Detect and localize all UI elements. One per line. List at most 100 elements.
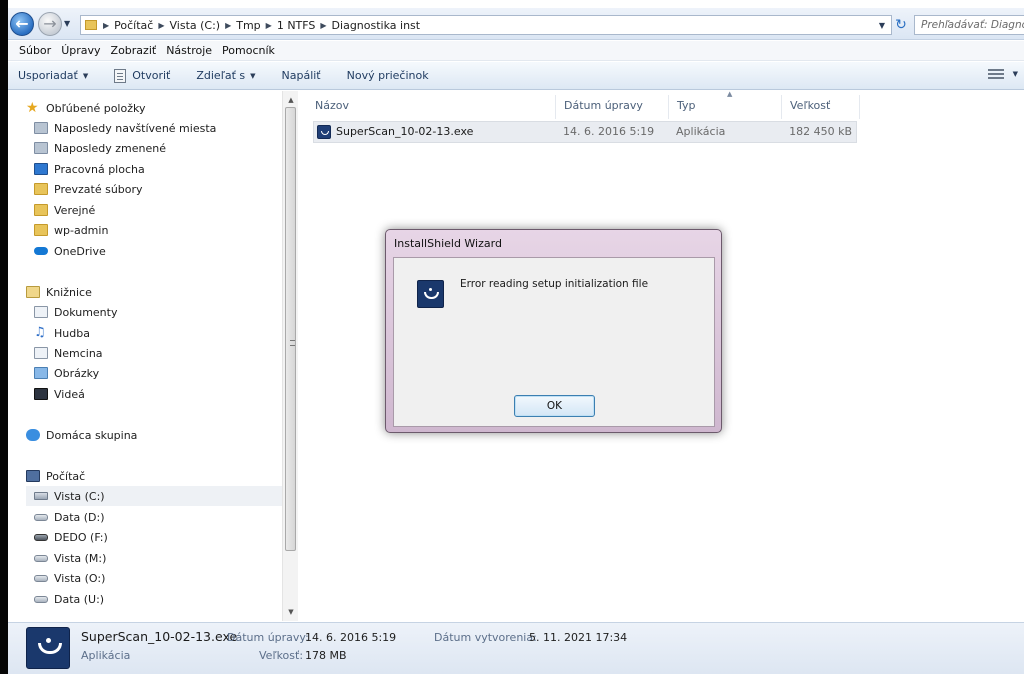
- nav-pictures[interactable]: Obrázky: [34, 363, 99, 383]
- nav-documents[interactable]: Dokumenty: [34, 302, 117, 322]
- video-icon: [34, 388, 48, 400]
- file-date: 14. 6. 2016 5:19: [563, 125, 655, 138]
- back-arrow-icon[interactable]: ←: [10, 12, 34, 36]
- scroll-down-icon[interactable]: ▼: [283, 605, 299, 619]
- nav-label: Dokumenty: [54, 305, 118, 319]
- nav-desktop[interactable]: Pracovná plocha: [34, 159, 145, 179]
- nav-label: Data (D:): [54, 510, 105, 524]
- details-created-label: Dátum vytvorenia:: [434, 631, 537, 644]
- scrollbar-thumb[interactable]: [285, 107, 296, 551]
- menu-help[interactable]: Pomocník: [217, 44, 280, 57]
- desktop-icon: [34, 163, 48, 175]
- breadcrumb-diagnostika[interactable]: Diagnostika inst: [327, 19, 426, 32]
- nav-drive-m[interactable]: Vista (M:): [34, 548, 106, 568]
- breadcrumb-tmp[interactable]: Tmp: [231, 19, 265, 32]
- breadcrumb-vista-c[interactable]: Vista (C:): [165, 19, 226, 32]
- share-button[interactable]: Zdieľať s ▼: [196, 69, 255, 82]
- menu-tools[interactable]: Nástroje: [161, 44, 217, 57]
- details-modified-value: 14. 6. 2016 5:19: [305, 631, 397, 644]
- column-header-name[interactable]: Názov: [307, 95, 556, 119]
- nav-nemcina[interactable]: Nemcina: [34, 343, 103, 363]
- nav-label: Počítač: [46, 469, 86, 483]
- nav-label: DEDO (F:): [54, 530, 108, 544]
- nav-label: OneDrive: [54, 244, 106, 258]
- column-header-type[interactable]: Typ: [669, 95, 782, 119]
- nav-onedrive[interactable]: OneDrive: [34, 241, 106, 261]
- menu-bar: Súbor Úpravy Zobraziť Nástroje Pomocník: [8, 41, 1024, 61]
- search-input[interactable]: Prehľadávať: Diagnos: [914, 15, 1024, 35]
- nav-label: Pracovná plocha: [54, 162, 145, 176]
- menu-edit[interactable]: Úpravy: [56, 44, 105, 57]
- nav-label: Naposledy navštívené miesta: [54, 121, 217, 135]
- nav-homegroup[interactable]: Domáca skupina: [26, 425, 137, 445]
- drive-icon: [34, 513, 48, 521]
- nav-label: Domáca skupina: [46, 428, 138, 442]
- nav-label: Vista (C:): [54, 489, 105, 503]
- error-message: Error reading setup initialization file: [460, 278, 649, 290]
- nav-drive-c[interactable]: Vista (C:): [26, 486, 282, 506]
- chevron-down-icon: ▼: [250, 71, 256, 80]
- details-pane: SuperScan_10-02-13.exe Aplikácia Dátum ú…: [8, 622, 1024, 674]
- nav-computer[interactable]: Počítač: [26, 466, 85, 486]
- open-icon: [114, 68, 127, 83]
- details-kind: Aplikácia: [81, 649, 131, 662]
- burn-button[interactable]: Napáliť: [282, 69, 321, 82]
- computer-icon: [26, 470, 40, 482]
- menu-file[interactable]: Súbor: [14, 44, 56, 57]
- details-created-value: 5. 11. 2021 17:34: [529, 631, 628, 644]
- drive-icon: [34, 595, 48, 603]
- view-options-icon[interactable]: [988, 67, 1004, 81]
- folder-icon: [34, 183, 48, 195]
- installshield-icon: [317, 125, 331, 139]
- nav-drive-d[interactable]: Data (D:): [34, 507, 105, 527]
- folder-icon: [85, 20, 97, 30]
- nav-libraries[interactable]: Knižnice: [26, 282, 92, 302]
- nav-music[interactable]: ♫ Hudba: [34, 323, 90, 343]
- library-icon: [26, 286, 40, 298]
- breadcrumb-ntfs[interactable]: 1 NTFS: [272, 19, 321, 32]
- forward-arrow-icon[interactable]: →: [38, 12, 62, 36]
- nav-recent-places[interactable]: Naposledy navštívené miesta: [34, 118, 216, 138]
- nav-favorites[interactable]: ★ Obľúbené položky: [26, 98, 145, 118]
- nav-scrollbar[interactable]: ▲ ▼: [282, 91, 298, 621]
- scroll-up-icon[interactable]: ▲: [283, 93, 299, 107]
- table-row[interactable]: SuperScan_10-02-13.exe 14. 6. 2016 5:19 …: [313, 121, 857, 143]
- organize-button[interactable]: Usporiadať ▼: [18, 69, 88, 82]
- folder-icon: [34, 224, 48, 236]
- history-dropdown-icon[interactable]: ▼: [64, 19, 74, 29]
- refresh-icon[interactable]: ↻: [890, 16, 912, 34]
- nav-videos[interactable]: Videá: [34, 384, 85, 404]
- command-bar: Usporiadať ▼ Otvoriť Zdieľať s ▼ Napáliť…: [8, 62, 1024, 90]
- chevron-down-icon[interactable]: ▼: [1013, 70, 1018, 78]
- nav-drive-o[interactable]: Vista (O:): [34, 568, 105, 588]
- nav-label: Naposledy zmenené: [54, 141, 166, 155]
- nav-recent-changed[interactable]: Naposledy zmenené: [34, 138, 166, 158]
- nav-wp-admin[interactable]: wp-admin: [34, 220, 108, 240]
- open-button[interactable]: Otvoriť: [114, 68, 170, 83]
- address-dropdown-icon[interactable]: ▼: [879, 21, 885, 30]
- installshield-dialog: InstallShield Wizard Error reading setup…: [385, 229, 722, 433]
- new-folder-button[interactable]: Nový priečinok: [347, 69, 429, 82]
- homegroup-icon: [26, 429, 40, 441]
- dialog-body: Error reading setup initialization file …: [393, 257, 715, 427]
- drive-icon: [34, 554, 48, 562]
- breadcrumb-computer[interactable]: Počítač: [109, 19, 158, 32]
- file-name: SuperScan_10-02-13.exe: [336, 125, 474, 138]
- nav-label: Nemcina: [54, 346, 103, 360]
- menu-view[interactable]: Zobraziť: [106, 44, 162, 57]
- details-modified-label: Dátum úpravy:: [227, 631, 309, 644]
- nav-drive-u[interactable]: Data (U:): [34, 589, 104, 609]
- folder-icon: [34, 204, 48, 216]
- nav-drive-f[interactable]: DEDO (F:): [34, 527, 108, 547]
- nav-public[interactable]: Verejné: [34, 200, 95, 220]
- details-size-value: 178 MB: [305, 649, 347, 662]
- ok-button[interactable]: OK: [514, 395, 595, 417]
- system-drive-icon: [34, 492, 48, 500]
- column-header-size[interactable]: Veľkosť: [782, 95, 860, 119]
- column-header-date[interactable]: Dátum úpravy: [556, 95, 669, 119]
- recent-places-icon: [34, 122, 48, 134]
- breadcrumb[interactable]: ▶ Počítač ▶ Vista (C:) ▶ Tmp ▶ 1 NTFS ▶ …: [80, 15, 892, 35]
- organize-label: Usporiadať: [18, 69, 78, 82]
- new-folder-label: Nový priečinok: [346, 69, 429, 82]
- nav-downloads[interactable]: Prevzaté súbory: [34, 179, 143, 199]
